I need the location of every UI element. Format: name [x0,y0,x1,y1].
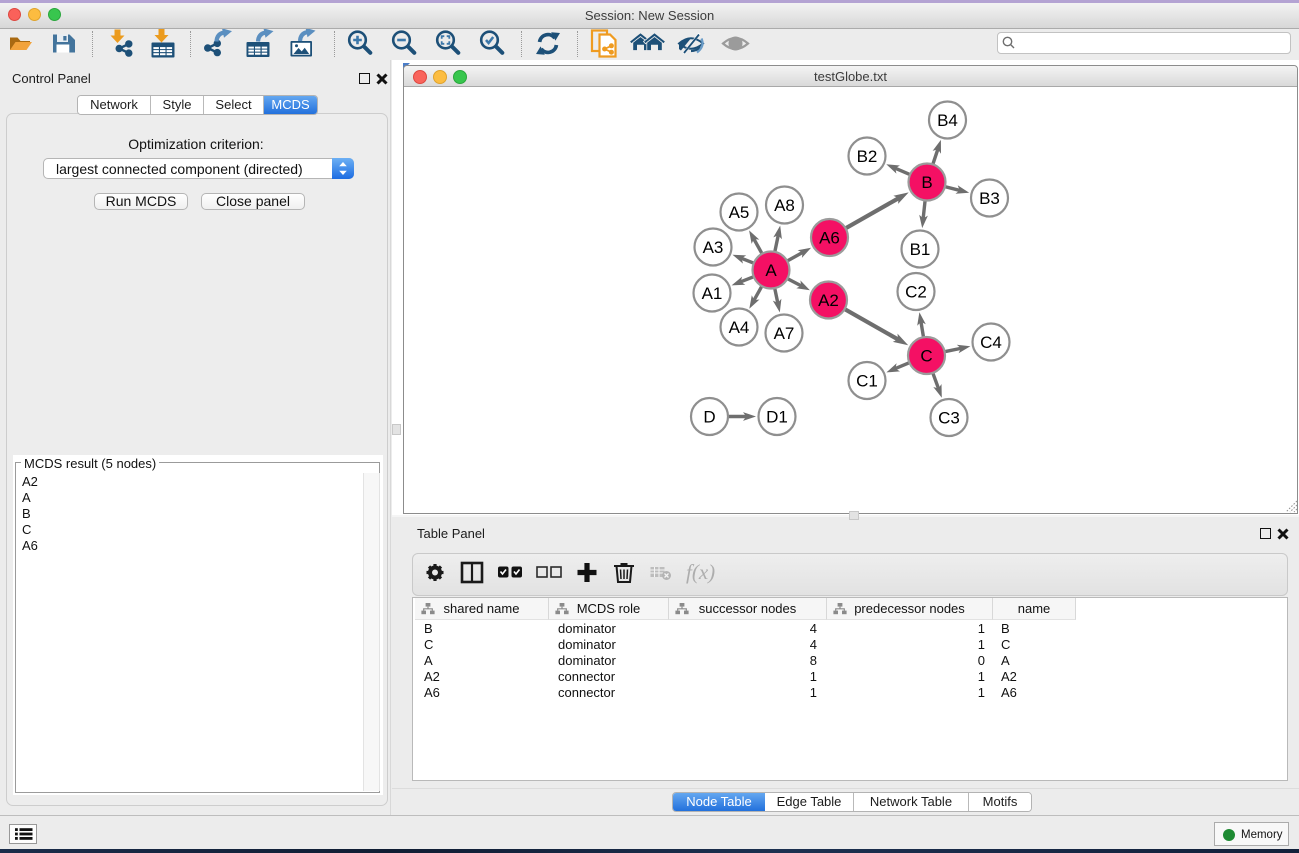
svg-text:C2: C2 [905,283,927,302]
svg-text:C4: C4 [980,333,1002,352]
svg-text:A5: A5 [729,203,750,222]
svg-text:A7: A7 [774,324,795,343]
svg-text:D1: D1 [766,408,788,427]
svg-text:A2: A2 [818,291,839,310]
svg-text:A4: A4 [729,318,750,337]
svg-text:B: B [921,173,932,192]
svg-text:B1: B1 [910,240,931,259]
svg-text:B4: B4 [937,111,958,130]
svg-text:C1: C1 [856,372,878,391]
svg-text:B3: B3 [979,189,1000,208]
svg-text:A6: A6 [819,229,840,248]
svg-text:f(x): f(x) [686,560,715,584]
svg-text:C3: C3 [938,409,960,428]
svg-text:B2: B2 [857,147,878,166]
svg-text:A1: A1 [702,284,723,303]
svg-text:D: D [703,408,715,427]
svg-text:C: C [920,347,932,366]
svg-text:A3: A3 [703,238,724,257]
svg-text:A: A [765,261,777,280]
svg-text:A8: A8 [774,196,795,215]
